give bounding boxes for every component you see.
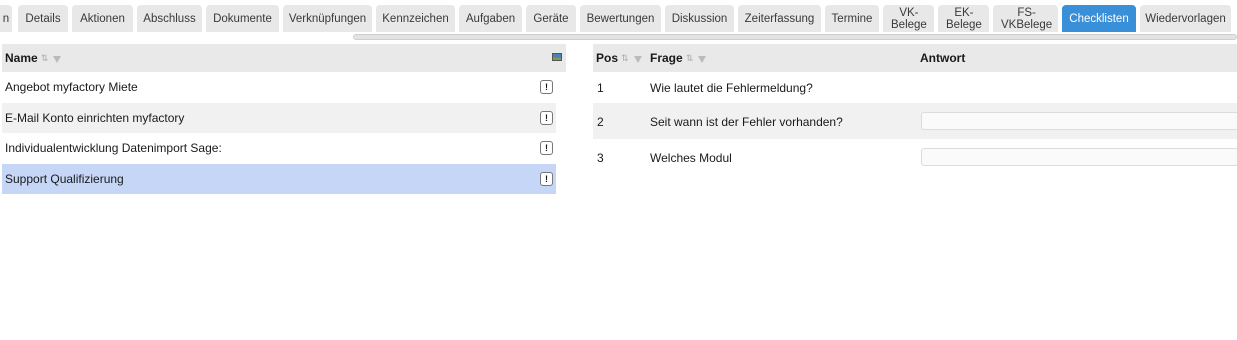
tab-label: Kennzeichen	[382, 12, 449, 25]
question-text: Seit wann ist der Fehler vorhanden?	[650, 115, 843, 129]
tab-label: Dokumente	[213, 12, 272, 25]
question-text: Wie lautet die Fehlermeldung?	[650, 81, 813, 95]
tab-aktionen[interactable]: Aktionen	[72, 5, 133, 32]
tab-label: VK- Belege	[891, 6, 927, 31]
tab-zeiterfassung[interactable]: Zeiterfassung	[738, 5, 821, 32]
table-row[interactable]: E-Mail Konto einrichten myfactory !	[2, 102, 556, 133]
question-grid: Pos ⇅ Frage ⇅ Antwort 1 Wie lautet die F…	[593, 44, 1237, 175]
column-header-frage[interactable]: Frage ⇅	[650, 51, 707, 65]
tab-aufgaben[interactable]: Aufgaben	[459, 5, 522, 32]
tab-label: Bewertungen	[586, 12, 655, 25]
checklist-grid: Name ⇅ Angebot myfactory Miete ! E-Mail …	[2, 44, 566, 194]
tab-bar: n Details Aktionen Abschluss Dokumente V…	[0, 0, 1237, 34]
tab-fs-vkbelege[interactable]: FS- VKBelege	[993, 5, 1058, 32]
info-icon: !	[545, 112, 548, 123]
tab-label: Diskussion	[671, 12, 728, 25]
column-header-label: Pos	[596, 51, 619, 65]
table-row[interactable]: 3 Welches Modul	[593, 139, 1237, 175]
info-button[interactable]: !	[540, 110, 553, 125]
question-grid-header: Pos ⇅ Frage ⇅ Antwort	[593, 44, 1237, 72]
tab-label: EK- Belege	[946, 6, 982, 31]
sort-icon[interactable]: ⇅	[621, 53, 629, 64]
checklist-name: Individualentwicklung Datenimport Sage:	[5, 141, 222, 156]
answer-input[interactable]	[921, 148, 1237, 166]
sort-icon[interactable]: ⇅	[41, 53, 49, 64]
tab-label: Aufgaben	[465, 12, 516, 25]
tab-label: Verknüpfungen	[288, 12, 367, 25]
tab-label: Checklisten	[1069, 12, 1129, 25]
filter-icon[interactable]	[698, 55, 707, 63]
tab-checklisten[interactable]: Checklisten	[1062, 5, 1136, 32]
tab-label: Geräte	[533, 12, 569, 25]
question-pos: 3	[597, 151, 604, 165]
tab-geraete[interactable]: Geräte	[526, 5, 576, 32]
checklist-grid-header: Name ⇅	[2, 44, 566, 72]
tab-diskussion[interactable]: Diskussion	[665, 5, 734, 32]
filter-icon[interactable]	[633, 55, 642, 63]
table-row[interactable]: 1 Wie lautet die Fehlermeldung?	[593, 72, 1237, 103]
table-row[interactable]: Individualentwicklung Datenimport Sage: …	[2, 133, 556, 164]
info-button[interactable]: !	[540, 141, 553, 155]
question-text: Welches Modul	[650, 151, 732, 165]
info-icon: !	[545, 173, 548, 184]
tab-label: Termine	[831, 12, 873, 25]
tab-scrollbar[interactable]	[353, 34, 1237, 40]
tab-details[interactable]: Details	[18, 5, 68, 32]
tab-label: Aktionen	[80, 12, 125, 25]
column-header-pos[interactable]: Pos ⇅	[596, 51, 642, 65]
tab-ek-belege[interactable]: EK- Belege	[938, 5, 989, 32]
question-pos: 1	[597, 81, 604, 95]
tab-kennzeichen[interactable]: Kennzeichen	[376, 5, 455, 32]
checklist-name: Angebot myfactory Miete	[5, 80, 138, 95]
tab-label: Abschluss	[143, 12, 196, 25]
column-header-label: Frage	[650, 51, 683, 65]
checklist-name: E-Mail Konto einrichten myfactory	[5, 110, 185, 125]
tab-abschluss[interactable]: Abschluss	[137, 5, 202, 32]
column-header-label: Name	[5, 51, 38, 65]
info-icon: !	[545, 82, 548, 92]
tab-termine[interactable]: Termine	[825, 5, 879, 32]
tab-vk-belege[interactable]: VK- Belege	[883, 5, 934, 32]
question-pos: 2	[597, 115, 604, 129]
tab-verknuepfungen[interactable]: Verknüpfungen	[283, 5, 372, 32]
tab-partial[interactable]: n	[0, 5, 12, 32]
image-icon[interactable]	[552, 53, 562, 61]
table-row[interactable]: Angebot myfactory Miete !	[2, 72, 556, 103]
table-row-selected[interactable]: Support Qualifizierung !	[2, 163, 556, 194]
column-header-name[interactable]: Name ⇅	[2, 51, 62, 65]
answer-input[interactable]	[921, 112, 1237, 130]
info-button[interactable]: !	[540, 80, 553, 94]
filter-icon[interactable]	[53, 55, 62, 63]
sort-icon[interactable]: ⇅	[686, 53, 694, 64]
table-row[interactable]: 2 Seit wann ist der Fehler vorhanden?	[593, 103, 1237, 139]
info-button[interactable]: !	[540, 171, 553, 186]
tab-label: FS- VKBelege	[1001, 6, 1053, 31]
tab-label: Zeiterfassung	[744, 12, 815, 25]
column-header-label: Antwort	[920, 51, 966, 65]
tab-wiedervorlagen[interactable]: Wiedervorlagen	[1140, 5, 1231, 32]
tab-label: n	[2, 12, 10, 25]
tab-bewertungen[interactable]: Bewertungen	[580, 5, 661, 32]
column-header-antwort[interactable]: Antwort	[920, 51, 965, 65]
tab-dokumente[interactable]: Dokumente	[206, 5, 279, 32]
info-icon: !	[545, 143, 548, 153]
checklist-name: Support Qualifizierung	[5, 171, 124, 186]
tab-label: Wiedervorlagen	[1145, 12, 1226, 25]
tab-label: Details	[25, 12, 61, 25]
